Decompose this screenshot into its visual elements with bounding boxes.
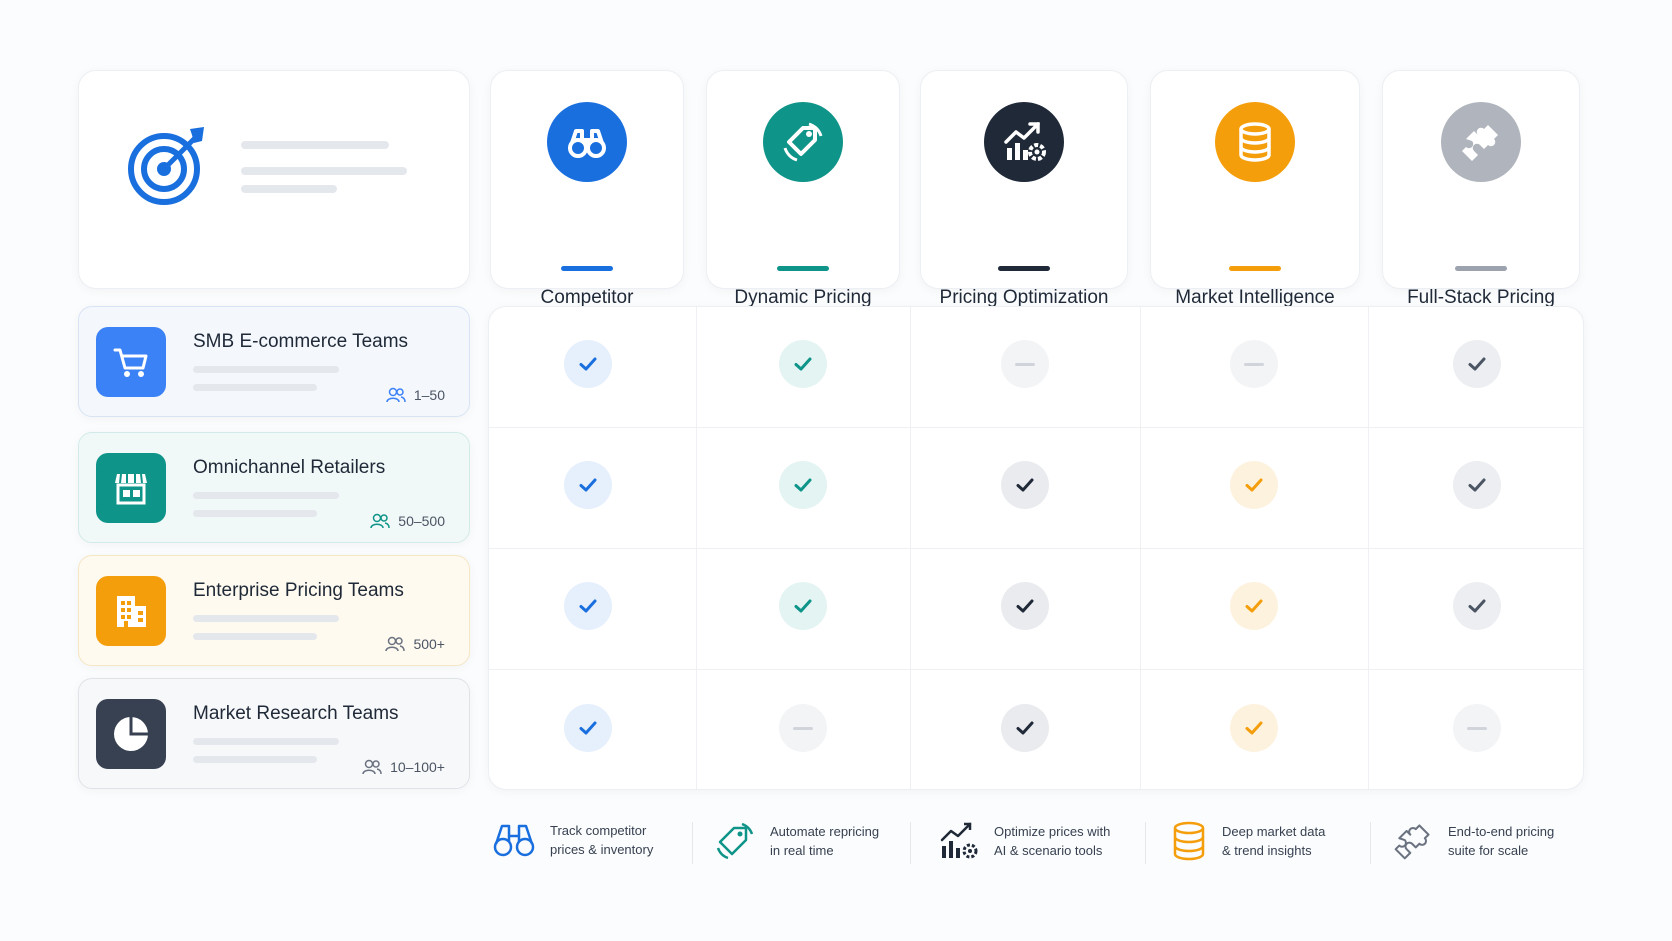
check-icon bbox=[564, 704, 612, 752]
check-icon bbox=[1453, 582, 1501, 630]
column-underline bbox=[998, 266, 1050, 271]
footer-item-dynamic: Automate repricing in real time bbox=[714, 820, 879, 862]
placeholder-line bbox=[193, 510, 317, 517]
segment-smb-ecommerce: SMB E-commerce Teams 1–50 bbox=[78, 306, 470, 417]
footer-item-fullstack: End-to-end pricing suite for scale bbox=[1392, 820, 1554, 862]
column-underline bbox=[1455, 266, 1507, 271]
check-icon bbox=[1453, 461, 1501, 509]
column-underline bbox=[1229, 266, 1281, 271]
check-icon bbox=[1230, 704, 1278, 752]
grid-line bbox=[489, 669, 1583, 670]
check-icon bbox=[1230, 582, 1278, 630]
footer-item-optimization: Optimize prices with AI & scenario tools bbox=[938, 820, 1110, 862]
team-size: 1–50 bbox=[386, 387, 445, 403]
not-included-icon bbox=[779, 704, 827, 752]
team-size-value: 10–100+ bbox=[390, 759, 445, 775]
footer-text: Optimize prices with AI & scenario tools bbox=[994, 824, 1111, 858]
check-icon bbox=[779, 461, 827, 509]
team-size: 50–500 bbox=[370, 513, 445, 529]
database-icon bbox=[1173, 821, 1205, 861]
price-tag-icon bbox=[716, 822, 754, 860]
segment-name: Market Research Teams bbox=[193, 703, 399, 724]
segment-name: SMB E-commerce Teams bbox=[193, 331, 409, 352]
check-icon bbox=[1001, 582, 1049, 630]
footer-divider bbox=[1145, 822, 1146, 864]
footer-divider bbox=[692, 822, 693, 864]
segment-name: Enterprise Pricing Teams bbox=[193, 580, 404, 601]
binoculars-icon bbox=[547, 102, 627, 182]
column-header-competitor-price-monitoring: Competitor Price Monitoring bbox=[490, 70, 684, 331]
storefront-icon bbox=[96, 453, 166, 523]
binoculars-icon bbox=[493, 824, 535, 857]
not-included-icon bbox=[1453, 704, 1501, 752]
footer-divider bbox=[1370, 822, 1371, 864]
check-icon bbox=[564, 461, 612, 509]
team-size: 10–100+ bbox=[362, 759, 445, 775]
check-icon bbox=[1001, 704, 1049, 752]
column-header-market-intelligence: Market Intelligence & Research bbox=[1150, 70, 1360, 331]
column-header-dynamic-pricing: Dynamic Pricing & Repricing bbox=[706, 70, 900, 331]
team-size-value: 50–500 bbox=[398, 513, 445, 529]
check-icon bbox=[1453, 340, 1501, 388]
column-underline bbox=[777, 266, 829, 271]
placeholder-line bbox=[193, 633, 317, 640]
check-icon bbox=[564, 340, 612, 388]
puzzle-icon bbox=[1441, 102, 1521, 182]
placeholder-line bbox=[241, 185, 337, 193]
analytics-gear-icon bbox=[984, 102, 1064, 182]
coverage-matrix bbox=[488, 306, 1584, 790]
column-header-pricing-optimization: Pricing Optimization & Analytics bbox=[920, 70, 1128, 331]
grid-line bbox=[489, 548, 1583, 549]
placeholder-line bbox=[193, 384, 317, 391]
pie-chart-icon bbox=[96, 699, 166, 769]
placeholder-line bbox=[241, 141, 389, 149]
check-icon bbox=[1230, 461, 1278, 509]
segment-omnichannel-retailers: Omnichannel Retailers 50–500 bbox=[78, 432, 470, 543]
placeholder-line bbox=[193, 366, 339, 373]
grid-line bbox=[489, 427, 1583, 428]
column-underline bbox=[561, 266, 613, 271]
check-icon bbox=[1001, 461, 1049, 509]
footer-text: End-to-end pricing suite for scale bbox=[1448, 824, 1555, 858]
placeholder-line bbox=[241, 167, 407, 175]
price-tag-icon bbox=[763, 102, 843, 182]
users-icon bbox=[370, 513, 391, 529]
building-icon bbox=[96, 576, 166, 646]
team-size: 500+ bbox=[385, 636, 445, 652]
placeholder-line bbox=[193, 738, 339, 745]
placeholder-line bbox=[193, 615, 339, 622]
not-included-icon bbox=[1230, 340, 1278, 388]
placeholder-line bbox=[193, 756, 317, 763]
puzzle-icon bbox=[1394, 824, 1430, 860]
users-icon bbox=[362, 759, 382, 775]
footer-text: Track competitor prices & inventory bbox=[550, 823, 654, 857]
users-icon bbox=[386, 387, 406, 403]
footer-item-competitor: Track competitor prices & inventory bbox=[492, 820, 653, 860]
analytics-gear-icon bbox=[940, 822, 978, 859]
team-size-value: 500+ bbox=[413, 636, 445, 652]
check-icon bbox=[564, 582, 612, 630]
footer-divider bbox=[910, 822, 911, 864]
segment-name: Omnichannel Retailers bbox=[193, 457, 386, 478]
placeholder-line bbox=[193, 492, 339, 499]
not-included-icon bbox=[1001, 340, 1049, 388]
footer-text: Deep market data & trend insights bbox=[1222, 824, 1326, 858]
segment-enterprise-pricing: Enterprise Pricing Teams 500+ bbox=[78, 555, 470, 666]
legend-card bbox=[78, 70, 470, 289]
target-icon bbox=[128, 127, 204, 205]
column-header-full-stack-platform: Full-Stack Pricing Platform bbox=[1382, 70, 1580, 331]
segment-market-research: Market Research Teams 10–100+ bbox=[78, 678, 470, 789]
team-size-value: 1–50 bbox=[413, 387, 445, 403]
check-icon bbox=[779, 340, 827, 388]
footer-item-market: Deep market data & trend insights bbox=[1170, 820, 1325, 862]
users-icon bbox=[385, 636, 406, 652]
database-icon bbox=[1215, 102, 1295, 182]
cart-icon bbox=[96, 327, 166, 397]
check-icon bbox=[779, 582, 827, 630]
footer-text: Automate repricing in real time bbox=[770, 824, 880, 858]
